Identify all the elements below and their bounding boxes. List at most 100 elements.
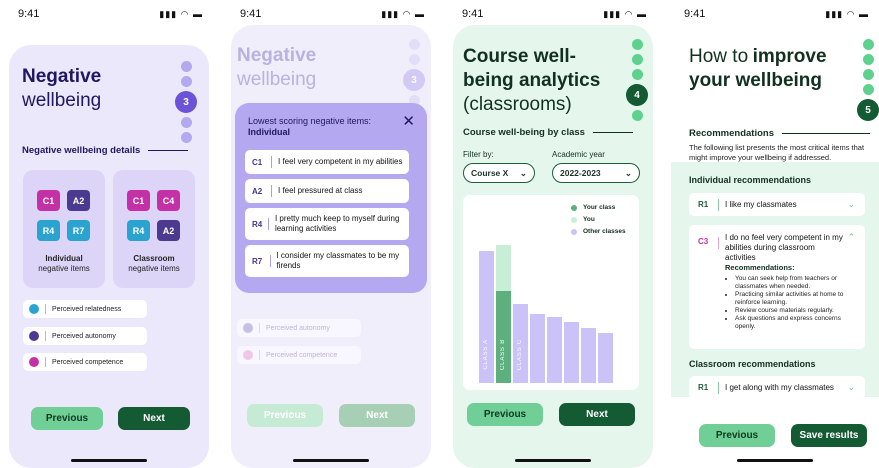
bar-class-6-other-classes[interactable] xyxy=(564,322,579,383)
legend-competence: Perceived competence xyxy=(23,353,147,371)
accordion-item-classroom-r1[interactable]: R1 I get along with my classmates ⌄ xyxy=(689,376,865,399)
individual-heading: Individual recommendations xyxy=(689,175,812,185)
autonomy-dot-icon xyxy=(29,331,39,341)
status-bar: 9:41 ▮▮▮ ◠ ▬ xyxy=(684,7,869,21)
step-dot[interactable] xyxy=(180,76,192,87)
classroom-heading: Classroom recommendations xyxy=(689,359,816,369)
step-dot[interactable] xyxy=(862,39,874,50)
list-item: You can seek help from teachers or class… xyxy=(735,275,863,291)
bar-class-4-other-classes[interactable] xyxy=(530,314,545,383)
signal-wifi-battery-icon: ▮▮▮ ◠ ▬ xyxy=(159,8,203,19)
list-item: Practicing similar activities at home to… xyxy=(735,291,863,307)
page-title: Negative wellbeing xyxy=(237,45,317,90)
next-button[interactable]: Next xyxy=(118,407,190,430)
bar-class-5-other-classes[interactable] xyxy=(547,317,562,383)
tick-label: CLASS A xyxy=(483,339,489,370)
intro-text: The following list presents the most cri… xyxy=(689,143,865,162)
screen-card: Negative wellbeing 3 Negative wellbeing … xyxy=(9,45,209,468)
close-icon[interactable]: ✕ xyxy=(402,112,415,130)
tile-r4[interactable]: R4 xyxy=(37,220,60,241)
autonomy-dot-icon xyxy=(243,323,253,333)
page-title: Negative wellbeing xyxy=(22,66,102,111)
filter-label: Filter by: xyxy=(463,150,494,159)
tick-label: CLASS C xyxy=(517,339,523,371)
chevron-up-icon[interactable]: ⌃ xyxy=(847,232,855,243)
screen-card: Course well-being analytics (classrooms)… xyxy=(453,25,653,468)
tile-a2[interactable]: A2 xyxy=(67,190,90,211)
accordion-item-c3-expanded[interactable]: C3 I do no feel very competent in my abi… xyxy=(689,225,865,349)
screen-negative-wellbeing: 9:41 ▮▮▮ ◠ ▬ Negative wellbeing 3 Negati… xyxy=(5,0,213,468)
chevron-down-icon[interactable]: ⌄ xyxy=(847,382,855,393)
screen-card: Negative wellbeing 3 Lowest scoring nega… xyxy=(231,25,431,468)
page-title: How to improve your wellbeing xyxy=(689,46,827,91)
bar-class-b-you[interactable] xyxy=(496,244,511,291)
tile-a2[interactable]: A2 xyxy=(157,220,180,241)
tick-label: CLASS B xyxy=(500,339,506,370)
next-button[interactable]: Next xyxy=(339,404,415,427)
home-indicator xyxy=(293,459,369,462)
individual-label: Individual negative items xyxy=(38,254,90,273)
step-dot[interactable] xyxy=(180,132,192,143)
year-label: Academic year xyxy=(552,150,605,159)
save-results-button[interactable]: Save results xyxy=(791,424,867,447)
classroom-label: Classroom negative items xyxy=(128,254,180,273)
tile-c1[interactable]: C1 xyxy=(127,190,150,211)
list-item[interactable]: R7 I consider my classmates to be my fire… xyxy=(245,245,409,277)
step-dot[interactable] xyxy=(862,69,874,80)
current-step: 4 xyxy=(626,84,648,106)
year-select[interactable]: 2022-2023 ⌄ xyxy=(552,163,640,183)
legend-relatedness: Perceived relatedness xyxy=(23,300,147,318)
status-bar: 9:41 ▮▮▮ ◠ ▬ xyxy=(18,7,203,21)
next-button[interactable]: Next xyxy=(559,403,635,426)
chevron-down-icon[interactable]: ⌄ xyxy=(847,199,855,210)
step-dot[interactable] xyxy=(631,39,643,50)
current-step: 3 xyxy=(403,69,425,91)
step-indicator: 5 xyxy=(857,39,879,121)
course-select[interactable]: Course X ⌄ xyxy=(463,163,535,183)
tile-r4[interactable]: R4 xyxy=(127,220,150,241)
previous-button[interactable]: Previous xyxy=(467,403,543,426)
accordion-item-r1[interactable]: R1 I like my classmates ⌄ xyxy=(689,193,865,216)
chevron-down-icon: ⌄ xyxy=(624,167,632,178)
classroom-card[interactable]: C1 C4 R4 A2 Classroom negative items xyxy=(113,170,195,288)
page-title: Course well-being analytics (classrooms) xyxy=(463,46,601,115)
recommendations-panel: Individual recommendations R1 I like my … xyxy=(671,162,879,399)
step-indicator: 3 xyxy=(175,61,197,143)
previous-button[interactable]: Previous xyxy=(699,424,775,447)
recommendations-title: Recommendations: xyxy=(725,263,795,272)
step-dot[interactable] xyxy=(408,39,420,50)
list-item[interactable]: A2 I feel pressured at class xyxy=(245,179,409,203)
individual-card[interactable]: C1 A2 R4 R7 Individual negative items xyxy=(23,170,105,288)
negative-items-modal: Lowest scoring negative items: Individua… xyxy=(235,103,427,293)
class-wellbeing-chart: CLASS A CLASS B CLASS C Your class You Oth… xyxy=(463,195,639,390)
list-item[interactable]: C1 I feel very competent in my abilities xyxy=(245,150,409,174)
tile-r7[interactable]: R7 xyxy=(67,220,90,241)
legend-other-classes: Other classes xyxy=(571,228,626,235)
previous-button[interactable]: Previous xyxy=(31,407,103,430)
modal-title: Lowest scoring negative items: xyxy=(248,116,372,126)
step-dot[interactable] xyxy=(631,54,643,65)
status-bar: 9:41 ▮▮▮ ◠ ▬ xyxy=(240,7,425,21)
step-dot[interactable] xyxy=(862,84,874,95)
signal-wifi-battery-icon: ▮▮▮ ◠ ▬ xyxy=(603,8,647,19)
current-step: 5 xyxy=(857,99,879,121)
storyboard: 9:41 ▮▮▮ ◠ ▬ Negative wellbeing 3 Negati… xyxy=(0,0,879,468)
tile-c1[interactable]: C1 xyxy=(37,190,60,211)
bar-class-7-other-classes[interactable] xyxy=(581,327,596,383)
step-dot[interactable] xyxy=(180,117,192,128)
bar-class-8-other-classes[interactable] xyxy=(598,332,613,383)
status-bar: 9:41 ▮▮▮ ◠ ▬ xyxy=(462,7,647,21)
step-dot[interactable] xyxy=(862,54,874,65)
legend-your-class: Your class xyxy=(571,204,615,211)
step-dot[interactable] xyxy=(180,61,192,72)
status-time: 9:41 xyxy=(684,8,706,20)
section-heading: Negative wellbeing details xyxy=(22,145,189,156)
list-item[interactable]: R4 I pretty much keep to myself during le… xyxy=(245,208,409,240)
step-dot[interactable] xyxy=(408,54,420,65)
step-dot[interactable] xyxy=(631,110,643,121)
home-indicator xyxy=(737,459,813,462)
tile-c4[interactable]: C4 xyxy=(157,190,180,211)
competence-dot-icon xyxy=(243,350,253,360)
step-dot[interactable] xyxy=(631,69,643,80)
previous-button[interactable]: Previous xyxy=(247,404,323,427)
